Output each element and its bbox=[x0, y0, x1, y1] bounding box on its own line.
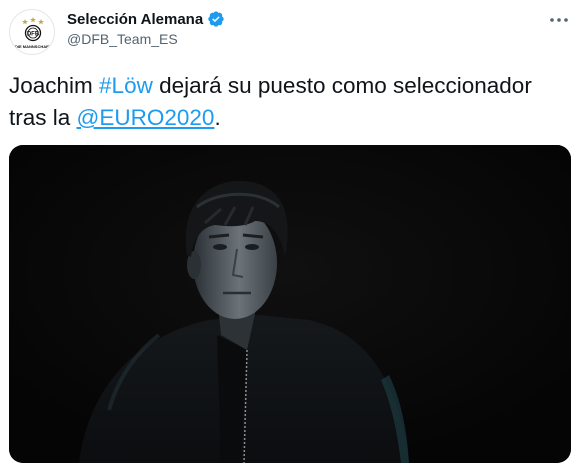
svg-text:DFB: DFB bbox=[27, 32, 40, 38]
display-name[interactable]: Selección Alemana bbox=[67, 11, 203, 28]
tweet-text-part: Joachim bbox=[9, 73, 100, 98]
svg-text:DIE MANNSCHAFT: DIE MANNSCHAFT bbox=[15, 44, 52, 49]
tweet-media[interactable] bbox=[9, 145, 571, 463]
verified-badge-icon bbox=[208, 11, 224, 27]
portrait-photo bbox=[9, 145, 571, 463]
dfb-crest-icon: DFB DIE MANNSCHAFT bbox=[15, 17, 52, 49]
tweet-card[interactable]: DFB DIE MANNSCHAFT Selección Alemana @DF… bbox=[0, 0, 578, 467]
mention-link[interactable]: @EURO2020 bbox=[77, 105, 215, 130]
name-row[interactable]: Selección Alemana bbox=[67, 10, 225, 28]
hashtag-link[interactable]: #Löw bbox=[99, 73, 153, 98]
avatar[interactable]: DFB DIE MANNSCHAFT bbox=[9, 9, 55, 55]
tweet-text: Joachim #Löw dejará su puesto como selec… bbox=[9, 70, 569, 134]
tweet-text-part: . bbox=[214, 105, 221, 130]
handle[interactable]: @DFB_Team_ES bbox=[67, 31, 178, 47]
more-options-icon[interactable] bbox=[547, 10, 571, 30]
